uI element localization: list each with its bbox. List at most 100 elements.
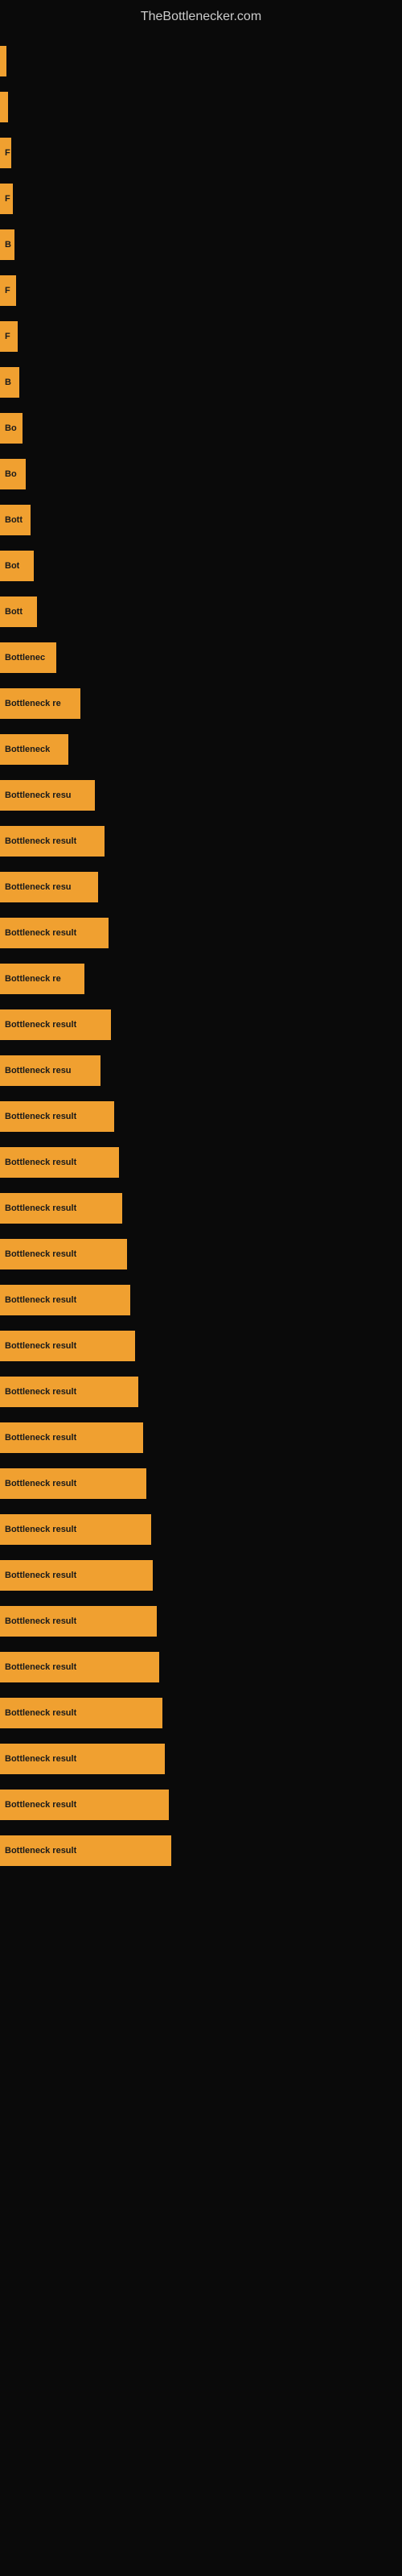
bar-row: Bottleneck result <box>0 1553 402 1597</box>
bar-row: Bottleneck re <box>0 956 402 1001</box>
bar-label: Bottleneck result <box>5 1295 76 1305</box>
bar-label: Bottleneck result <box>5 1020 76 1030</box>
bar: F <box>0 138 11 168</box>
bar-label: Bottleneck result <box>5 1571 76 1580</box>
bar-row: Bottleneck result <box>0 1415 402 1459</box>
bar: Bottleneck result <box>0 1239 127 1269</box>
bar: Bo <box>0 459 26 489</box>
bar: Bottleneck result <box>0 1422 143 1453</box>
bar-row: Bottleneck result <box>0 1094 402 1138</box>
bar-label: B <box>5 378 11 387</box>
bar: B <box>0 229 14 260</box>
bar-label: Bottleneck <box>5 745 50 754</box>
bar-label: Bottleneck result <box>5 836 76 846</box>
bar: B <box>0 367 19 398</box>
bar-label: Bottleneck re <box>5 974 61 984</box>
bar-label: Bottleneck result <box>5 1203 76 1213</box>
bar-label: Bottleneck resu <box>5 791 72 800</box>
bar: Bottleneck result <box>0 918 109 948</box>
bar-label: F <box>5 148 10 158</box>
bar: Bottleneck result <box>0 1744 165 1774</box>
bar: Bottleneck result <box>0 1009 111 1040</box>
bar-row: Bottleneck result <box>0 819 402 863</box>
bar-row: Bottleneck result <box>0 1140 402 1184</box>
bar-label: Bottleneck result <box>5 1616 76 1626</box>
bar-label: F <box>5 286 10 295</box>
bar-row <box>0 39 402 83</box>
bar: Bottleneck result <box>0 826 105 857</box>
bar-row: Bottleneck result <box>0 1690 402 1735</box>
bar-row: Bottleneck result <box>0 1782 402 1827</box>
bar: Bott <box>0 597 37 627</box>
bar-label: Bo <box>5 423 17 433</box>
bar: Bottleneck resu <box>0 1055 100 1086</box>
bar: Bottlenec <box>0 642 56 673</box>
bar-label: Bottleneck result <box>5 1800 76 1810</box>
bar-row: Bo <box>0 406 402 450</box>
bar: Bo <box>0 413 23 444</box>
bar <box>0 46 6 76</box>
bar-label: Bottleneck result <box>5 1158 76 1167</box>
bar-label: F <box>5 194 10 204</box>
bar-row: Bottleneck result <box>0 1002 402 1046</box>
bar-row: Bottleneck result <box>0 1599 402 1643</box>
bar-row: Bottleneck result <box>0 1278 402 1322</box>
bar-row: Bottleneck result <box>0 1323 402 1368</box>
bar-label: Bottleneck result <box>5 1341 76 1351</box>
bar-row: Bottleneck re <box>0 681 402 725</box>
bar-row: B <box>0 222 402 266</box>
bar-row: Bott <box>0 589 402 634</box>
bar: Bottleneck result <box>0 1285 130 1315</box>
bar: Bottleneck resu <box>0 780 95 811</box>
bar-row: Bottleneck result <box>0 1828 402 1872</box>
bar: Bottleneck resu <box>0 872 98 902</box>
bar-row: B <box>0 360 402 404</box>
bar-row: Bottleneck result <box>0 1461 402 1505</box>
bar: Bottleneck result <box>0 1147 119 1178</box>
bar-row: Bottleneck result <box>0 1186 402 1230</box>
bar-label: Bottleneck result <box>5 1662 76 1672</box>
bar-label: Bottleneck result <box>5 1754 76 1764</box>
bar-row <box>0 85 402 129</box>
bar: Bottleneck re <box>0 964 84 994</box>
bar: Bot <box>0 551 34 581</box>
bar-row: Bottlenec <box>0 635 402 679</box>
bar-row: F <box>0 314 402 358</box>
bar: Bottleneck re <box>0 688 80 719</box>
bar: Bottleneck result <box>0 1193 122 1224</box>
bar-label: Bot <box>5 561 19 571</box>
bar: F <box>0 275 16 306</box>
bar-row: Bottleneck resu <box>0 1048 402 1092</box>
bar-row: Bottleneck result <box>0 1232 402 1276</box>
bar-label: Bottleneck resu <box>5 1066 72 1075</box>
bar-label: Bottleneck result <box>5 1708 76 1718</box>
bar-row: F <box>0 268 402 312</box>
bar-row: Bottleneck resu <box>0 773 402 817</box>
bar-row: Bottleneck <box>0 727 402 771</box>
bar-label: Bott <box>5 607 23 617</box>
bar-label: Bottleneck result <box>5 1112 76 1121</box>
bar-row: Bottleneck resu <box>0 865 402 909</box>
bar: Bottleneck result <box>0 1652 159 1682</box>
bar-label: Bottleneck result <box>5 1846 76 1856</box>
bar-label: Bottleneck result <box>5 1479 76 1488</box>
bar-label: F <box>5 332 10 341</box>
bar: Bottleneck result <box>0 1560 153 1591</box>
bar-row: Bottleneck result <box>0 1645 402 1689</box>
bar: Bottleneck result <box>0 1835 171 1866</box>
bar-label: Bottleneck resu <box>5 882 72 892</box>
bar: Bottleneck result <box>0 1331 135 1361</box>
bar-label: B <box>5 240 11 250</box>
bar: Bott <box>0 505 31 535</box>
bar-label: Bottleneck result <box>5 1525 76 1534</box>
bar: Bottleneck <box>0 734 68 765</box>
bar: Bottleneck result <box>0 1698 162 1728</box>
bar: Bottleneck result <box>0 1468 146 1499</box>
bar-row: Bottleneck result <box>0 910 402 955</box>
bar-row: Bottleneck result <box>0 1369 402 1414</box>
bar-label: Bottleneck result <box>5 1433 76 1443</box>
bar-label: Bottleneck result <box>5 1387 76 1397</box>
bars-container: F F B F F B Bo Bo Bott Bot Bott Bottlenec Bottleneck… <box>0 31 402 1882</box>
bar <box>0 92 8 122</box>
bar-row: Bottleneck result <box>0 1736 402 1781</box>
